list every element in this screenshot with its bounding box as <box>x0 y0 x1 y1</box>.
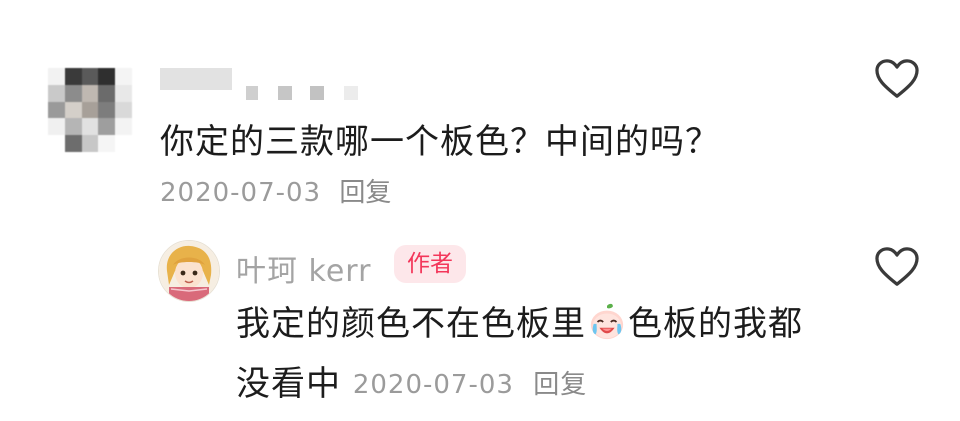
reply-meta: 2020-07-03 回复 <box>353 370 587 400</box>
reply-text-line-2: 没看中 2020-07-03 回复 <box>236 356 587 405</box>
reply-text-part-2: 色板的我都 <box>628 304 803 344</box>
reply-text-part-1: 我定的颜色不在色板里 <box>236 304 586 344</box>
author-badge: 作者 <box>394 245 466 283</box>
comment-thread: 你定的三款哪一个板色？中间的吗？ 2020-07-03 回复 叶珂 kerr 作… <box>0 0 960 421</box>
reply-text-line-1: 我定的颜色不在色板里 色板的我都 <box>236 296 803 345</box>
reply-button[interactable]: 回复 <box>533 370 587 400</box>
crying-laughing-emoji-icon <box>590 303 624 340</box>
heart-outline-icon[interactable] <box>874 58 920 100</box>
comment-text: 你定的三款哪一个板色？中间的吗？ <box>160 122 720 162</box>
reply-date: 2020-07-03 <box>352 370 514 400</box>
avatar[interactable] <box>158 240 220 302</box>
heart-outline-icon[interactable] <box>874 246 920 288</box>
reply-text-line-2-content: 没看中 <box>236 364 341 404</box>
comment-meta: 2020-07-03 回复 <box>160 172 391 209</box>
avatar-pixelated[interactable] <box>48 68 132 152</box>
reply-button[interactable]: 回复 <box>339 178 391 208</box>
reply-username[interactable]: 叶珂 kerr <box>236 246 371 290</box>
username-redacted[interactable] <box>160 66 360 106</box>
comment-date: 2020-07-03 <box>160 178 322 208</box>
